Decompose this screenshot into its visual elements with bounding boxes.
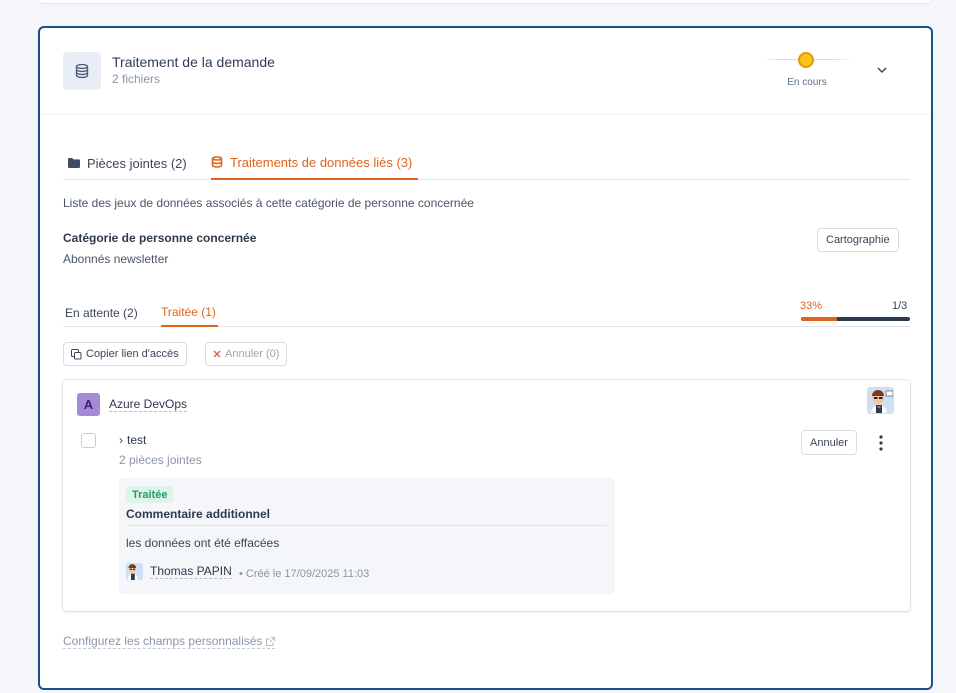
author-avatar [126,563,143,580]
processing-item: A Azure DevOps › test 2 pièces jointes An… [63,380,910,611]
processing-card: Traitement de la demande 2 fichiers En c… [38,26,933,690]
category-value: Abonnés newsletter [63,252,169,266]
chevron-down-icon[interactable] [875,63,889,77]
user-avatar[interactable] [867,387,894,414]
external-link-icon [266,636,276,646]
row-name: test [127,433,147,447]
cartography-button[interactable]: Cartographie [817,228,899,252]
cancel-label: Annuler (0) [225,348,280,360]
previous-card [38,0,932,4]
copy-access-link-button[interactable]: Copier lien d'accès [63,342,187,366]
processing-row-toggle[interactable]: › test [119,433,146,447]
progress-fraction: 1/3 [892,300,908,312]
tab-label: Traitements de données liés (3) [230,154,413,170]
tab-label: Pièces jointes (2) [87,155,187,171]
comment-author[interactable]: Thomas PAPIN [150,564,232,579]
tab-linked-processing[interactable]: Traitements de données liés (3) [211,146,419,180]
database-icon [211,156,223,168]
progress-bar [801,317,910,321]
comment-title: Commentaire additionnel [126,507,271,521]
comment-box: Traitée Commentaire additionnel les donn… [119,478,615,594]
progress-bar-fill [801,317,837,321]
system-name[interactable]: Azure DevOps [109,397,188,412]
comment-date: • Créé le 17/09/2025 11:03 [239,568,370,580]
configure-fields-link[interactable]: Configurez les champs personnalisés [63,634,276,649]
divider [126,525,607,526]
folder-icon [68,158,80,168]
status-label: En cours [787,77,827,88]
close-icon [213,350,221,358]
card-header[interactable]: Traitement de la demande 2 fichiers En c… [40,28,931,115]
status-badge: Traitée [126,486,174,503]
copy-icon [71,348,82,359]
cancel-all-button[interactable]: Annuler (0) [205,342,288,366]
subtab-pending[interactable]: En attente (2) [65,298,138,327]
section-description: Liste des jeux de données associés à cet… [63,196,474,210]
database-icon [63,52,101,90]
status-indicator [798,52,814,68]
status-subtabs: En attente (2) Traitée (1) [63,298,910,327]
tab-attachments[interactable]: Pièces jointes (2) [68,146,187,180]
card-subtitle: 2 fichiers [112,72,161,86]
subtab-processed[interactable]: Traitée (1) [161,298,218,327]
cancel-button[interactable]: Annuler [801,430,857,455]
progress-percent: 33% [800,300,823,312]
tab-bar: Pièces jointes (2) Traitements de donnée… [63,146,910,180]
comment-text: les données ont été effacées [126,536,280,550]
copy-label: Copier lien d'accès [86,348,179,360]
attachments-count: 2 pièces jointes [119,453,202,467]
category-label: Catégorie de personne concernée [63,231,257,245]
config-link-label: Configurez les champs personnalisés [63,634,263,648]
chevron-right-icon: › [119,433,123,447]
more-options-icon[interactable] [876,434,886,452]
system-avatar: A [77,393,100,416]
row-checkbox[interactable] [81,433,96,448]
card-title: Traitement de la demande [112,54,275,70]
